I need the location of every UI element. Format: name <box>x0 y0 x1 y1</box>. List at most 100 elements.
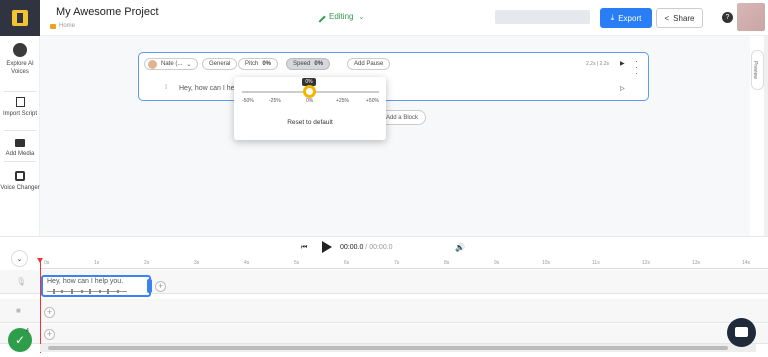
ruler-tick: 13s <box>692 260 701 266</box>
sidebar-item-add-media[interactable]: Add Media <box>0 139 40 158</box>
share-icon: < <box>664 13 670 23</box>
chevron-down-icon: ⌄ <box>186 61 192 68</box>
block-duration: 2.2s | 2.2s <box>586 61 609 67</box>
app-logo[interactable] <box>0 0 40 36</box>
logo-icon <box>12 10 28 26</box>
drag-handle-icon[interactable]: ⁞⁞ <box>165 85 168 91</box>
scrollbar-thumb[interactable] <box>48 346 728 350</box>
tick-label: -50% <box>242 98 254 104</box>
reset-to-default-button[interactable]: Reset to default <box>234 119 386 126</box>
speed-popup: 0% -50% -25% 0% +25% +50% Reset to defau… <box>234 77 386 140</box>
ruler-tick: 10s <box>542 260 551 266</box>
vertical-scrollbar[interactable] <box>764 36 768 236</box>
chevron-down-icon: ⌄ <box>358 13 365 21</box>
clip-resize-handle[interactable] <box>147 279 152 293</box>
sidebar-item-label: Import Script <box>2 111 37 117</box>
import-script-icon <box>15 97 25 107</box>
sidebar-item-label: Explore AI Voices <box>6 61 34 75</box>
text-block[interactable]: Nate (... ⌄ General Pitch 0% Speed 0% Ad… <box>138 52 649 101</box>
audio-clip[interactable]: Hey, how can I help you. <box>41 275 152 297</box>
time-display: 00:00.0 / 00:00.0 <box>340 244 393 251</box>
transport-bar: ⏮ 00:00.0 / 00:00.0 🔊 <box>0 236 768 258</box>
download-icon: ⤓ <box>610 13 615 22</box>
voice-changer-icon <box>15 171 25 181</box>
audio-track-row <box>0 324 768 344</box>
speed-value: 0% <box>314 61 324 67</box>
waveform <box>47 289 127 294</box>
breadcrumb-home[interactable]: Home <box>59 23 75 29</box>
block-text[interactable]: Hey, how can I he <box>179 85 235 92</box>
play-icon[interactable] <box>322 241 332 253</box>
ruler-tick: 4s <box>244 260 250 266</box>
timeline-ruler[interactable]: 0s 1s 2s 3s 4s 5s 6s 7s 8s 9s 10s 11s 12… <box>40 258 768 269</box>
play-sentence-icon[interactable]: ▷ <box>620 85 625 92</box>
speed-label: Speed <box>293 61 311 67</box>
pitch-value: 0% <box>262 61 272 67</box>
share-label: Share <box>673 13 695 23</box>
speed-control[interactable]: Speed 0% <box>286 58 331 70</box>
mode-dropdown[interactable]: Editing ⌄ <box>314 10 365 23</box>
ruler-tick: 14s <box>742 260 751 266</box>
tick-label: +50% <box>366 98 379 104</box>
skip-back-icon[interactable]: ⏮ <box>301 244 307 252</box>
divider <box>4 91 36 92</box>
speed-slider-knob[interactable] <box>303 85 316 98</box>
volume-icon[interactable]: 🔊 <box>455 243 465 252</box>
voice-avatar <box>148 59 157 69</box>
ruler-tick: 8s <box>444 260 450 266</box>
add-video-icon[interactable]: + <box>44 307 55 318</box>
video-track-row: ■ <box>0 299 768 323</box>
current-time: 00:00.0 <box>340 244 364 251</box>
sidebar-item-label: Add Media <box>5 151 35 157</box>
clip-text: Hey, how can I help you. <box>47 278 124 285</box>
preview-label: Preview <box>751 61 758 79</box>
horizontal-scrollbar[interactable] <box>40 344 756 352</box>
play-block-icon[interactable]: ▶ <box>620 60 625 67</box>
blurred-field <box>495 10 590 24</box>
breadcrumb[interactable]: Home <box>50 23 75 29</box>
user-avatar[interactable] <box>737 3 765 31</box>
voice-avatar-icon <box>13 43 27 57</box>
tick-label: +25% <box>336 98 349 104</box>
voice-name: Nate (... <box>161 61 183 67</box>
playhead[interactable] <box>37 258 43 353</box>
status-badge: 4 <box>26 328 29 334</box>
ruler-tick: 6s <box>344 260 350 266</box>
help-icon[interactable]: ? <box>722 12 733 23</box>
add-block-label: Add a Block <box>385 114 418 121</box>
header: My Awesome Project Home Editing ⌄ ⤓ Expo… <box>0 0 768 36</box>
tick-label: -25% <box>269 98 281 104</box>
pitch-control[interactable]: Pitch 0% <box>238 58 279 70</box>
sidebar-item-voice-changer[interactable]: Voice Changer <box>0 171 40 192</box>
sidebar-item-import-script[interactable]: Import Script <box>0 97 40 118</box>
sidebar-item-explore-ai-voices[interactable]: Explore AI Voices <box>0 43 40 76</box>
style-selector[interactable]: General <box>202 58 238 70</box>
sidebar: Explore AI Voices Import Script Add Medi… <box>0 36 40 236</box>
sidebar-item-label: Voice Changer <box>0 185 40 191</box>
voice-selector[interactable]: Nate (... ⌄ <box>144 58 199 70</box>
add-clip-icon[interactable]: + <box>155 281 166 292</box>
more-options-icon[interactable]: · · · <box>635 58 638 78</box>
add-pause-label: Add Pause <box>354 61 384 67</box>
add-media-icon <box>15 139 25 147</box>
video-icon: ■ <box>16 306 21 315</box>
share-button[interactable]: < Share <box>656 8 703 28</box>
ruler-tick: 5s <box>294 260 300 266</box>
app: My Awesome Project Home Editing ⌄ ⤓ Expo… <box>0 0 768 357</box>
ruler-tick: 0s <box>44 260 50 266</box>
export-button[interactable]: ⤓ Export <box>600 8 652 28</box>
divider <box>4 130 36 131</box>
ruler-tick: 9s <box>494 260 500 266</box>
preview-tab[interactable]: Preview <box>751 50 764 90</box>
project-title[interactable]: My Awesome Project <box>56 6 159 18</box>
add-pause-button[interactable]: Add Pause <box>347 58 391 70</box>
pencil-icon <box>314 10 326 23</box>
collapse-timeline-button[interactable]: ⌄ <box>11 250 28 267</box>
total-time: 00:00.0 <box>369 244 393 251</box>
export-label: Export <box>618 13 642 23</box>
ruler-tick: 1s <box>94 260 100 266</box>
ruler-tick: 3s <box>194 260 200 266</box>
add-audio-icon[interactable]: + <box>44 329 55 340</box>
mode-label: Editing <box>329 12 354 21</box>
chat-icon[interactable] <box>727 318 756 347</box>
